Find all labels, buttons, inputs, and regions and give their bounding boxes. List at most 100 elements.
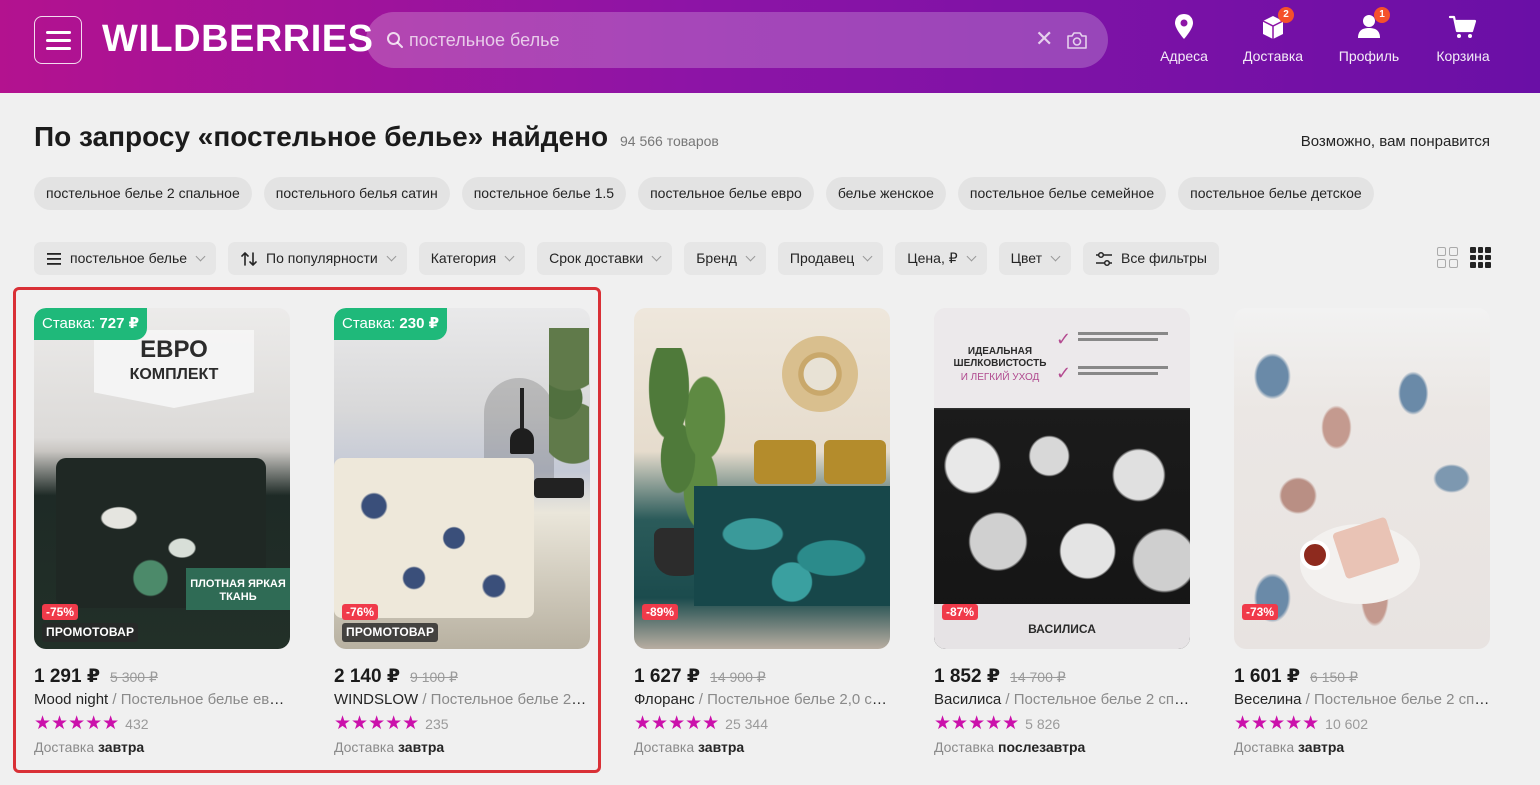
chevron-down-icon: [651, 251, 662, 261]
product-title: / Постельное белье 2,0 спал...: [694, 691, 890, 708]
all-filters-button[interactable]: Все фильтры: [1083, 242, 1219, 275]
header: WILDBERRIES ✕ Адреса 2 Доста: [0, 0, 1540, 93]
suggestion-chip[interactable]: постельное белье евро: [638, 177, 814, 210]
view-switcher: [1437, 247, 1491, 268]
filter-delivery-time[interactable]: Срок доставки: [537, 242, 673, 275]
delivery-badge: 2: [1278, 7, 1294, 23]
image-caption: ПЛОТНАЯ ЯРКАЯ: [190, 578, 286, 590]
filter-label: Категория: [430, 250, 497, 266]
discount-badge: -75%: [42, 604, 79, 620]
discount-badge: -73%: [1242, 604, 1279, 620]
review-count: 5 826: [1025, 716, 1061, 732]
star-icon: ★★★★★: [934, 713, 1020, 734]
delivery-day: завтра: [1298, 739, 1345, 755]
suggestion-chip[interactable]: постельное белье семейное: [957, 177, 1167, 210]
search-icon: [387, 32, 403, 48]
product-card[interactable]: -73% 1 601 ₽ 6 150 ₽ Веселина / Постельн…: [1234, 308, 1490, 755]
product-name[interactable]: Mood night / Постельное белье евро ...: [34, 691, 290, 708]
product-card[interactable]: Ставка: 230 ₽ -76% ПРОМОТОВАР 2 140 ₽ 9 …: [334, 308, 590, 755]
category-filter-button[interactable]: постельное белье: [34, 242, 217, 275]
review-count: 25 344: [725, 716, 768, 732]
price-row: 1 627 ₽ 14 900 ₽: [634, 665, 890, 687]
product-name[interactable]: Веселина / Постельное белье 2 спаль...: [1234, 691, 1490, 708]
filter-seller[interactable]: Продавец: [777, 242, 884, 275]
rating: ★★★★★ 432: [34, 714, 290, 733]
search-input[interactable]: [409, 26, 1009, 54]
filter-price[interactable]: Цена, ₽: [895, 242, 987, 275]
price: 2 140 ₽: [334, 666, 401, 687]
filter-label: Срок доставки: [549, 250, 644, 266]
suggestion-chip[interactable]: постельное белье 1.5: [461, 177, 627, 210]
maybe-you-like-link[interactable]: Возможно, вам понравится: [1301, 133, 1490, 150]
delivery-info: Доставка завтра: [334, 739, 590, 755]
filter-color[interactable]: Цвет: [998, 242, 1072, 275]
brand: Веселина: [1234, 691, 1302, 708]
chevron-down-icon: [386, 251, 397, 261]
old-price: 14 700 ₽: [1010, 669, 1066, 685]
suggestion-chip[interactable]: постельного белья сатин: [263, 177, 450, 210]
filter-label: Цвет: [1010, 250, 1043, 266]
rating: ★★★★★ 5 826: [934, 713, 1190, 734]
product-card[interactable]: ИДЕАЛЬНАЯ ШЕЛКОВИСТОСТЬ И ЛЕГКИЙ УХОД ✓ …: [934, 308, 1190, 755]
product-card[interactable]: ЕВРО КОМПЛЕКТ ПЛОТНАЯ ЯРКАЯ ТКАНЬ Ставка…: [34, 308, 290, 755]
delivery-label: Доставка: [34, 739, 99, 755]
delivery-day: завтра: [98, 739, 145, 755]
camera-icon[interactable]: [1066, 30, 1088, 50]
stake-label: Ставка:: [342, 315, 396, 332]
sort-button[interactable]: По популярности: [228, 242, 407, 275]
chevron-down-icon: [745, 251, 756, 261]
nav-cart[interactable]: Корзина: [1418, 10, 1508, 64]
delivery-day: завтра: [698, 739, 745, 755]
grid-small-icon[interactable]: [1470, 247, 1491, 268]
filter-category[interactable]: Категория: [418, 242, 526, 275]
delivery-label: Доставка: [634, 739, 699, 755]
stake-value: 727 ₽: [99, 315, 140, 332]
filter-label: По популярности: [266, 250, 378, 266]
product-name[interactable]: Флоранс / Постельное белье 2,0 спал...: [634, 691, 890, 708]
price-row: 1 291 ₽ 5 300 ₽: [34, 665, 290, 687]
promo-badge: ПРОМОТОВАР: [42, 623, 139, 642]
product-title: / Постельное белье 2 спаль...: [1005, 691, 1190, 708]
search-bar[interactable]: ✕: [366, 12, 1108, 68]
nav-profile[interactable]: 1 Профиль: [1324, 7, 1414, 64]
delivery-info: Доставка завтра: [34, 739, 290, 755]
image-caption: ВАСИЛИСА: [1028, 622, 1096, 636]
old-price: 14 900 ₽: [710, 669, 766, 685]
product-photo: [634, 308, 890, 649]
chevron-down-icon: [966, 251, 977, 261]
price-row: 1 601 ₽ 6 150 ₽: [1234, 665, 1490, 687]
product-image[interactable]: ИДЕАЛЬНАЯ ШЕЛКОВИСТОСТЬ И ЛЕГКИЙ УХОД ✓ …: [934, 308, 1190, 649]
nav-addresses[interactable]: Адреса: [1139, 10, 1229, 64]
review-count: 235: [425, 716, 449, 732]
filter-brand[interactable]: Бренд: [684, 242, 766, 275]
product-card[interactable]: -89% 1 627 ₽ 14 900 ₽ Флоранс / Постельн…: [634, 308, 890, 755]
nav-label: Адреса: [1160, 48, 1208, 64]
old-price: 5 300 ₽: [110, 669, 158, 685]
filter-label: постельное белье: [70, 250, 188, 266]
rating: ★★★★★ 25 344: [634, 714, 890, 733]
old-price: 6 150 ₽: [1310, 669, 1358, 685]
nav-delivery[interactable]: 2 Доставка: [1228, 7, 1318, 64]
suggestion-chip[interactable]: постельное белье детское: [1178, 177, 1374, 210]
delivery-label: Доставка: [1234, 739, 1299, 755]
brand: Флоранс: [634, 691, 695, 708]
product-image[interactable]: Ставка: 230 ₽ -76% ПРОМОТОВАР: [334, 308, 590, 649]
logo[interactable]: WILDBERRIES: [102, 18, 374, 61]
image-caption: И ЛЕГКИЙ УХОД: [960, 372, 1040, 383]
product-name[interactable]: WINDSLOW / Постельное белье 2 спа...: [334, 691, 590, 708]
results-count: 94 566 товаров: [620, 133, 719, 149]
suggestion-chips: постельное белье 2 спальное постельного …: [34, 177, 1374, 210]
grid-large-icon[interactable]: [1437, 247, 1458, 268]
suggestion-chip[interactable]: постельное белье 2 спальное: [34, 177, 252, 210]
discount-badge: -89%: [642, 604, 679, 620]
product-image[interactable]: -89%: [634, 308, 890, 649]
clear-search-icon[interactable]: ✕: [1035, 28, 1053, 50]
product-image[interactable]: -73%: [1234, 308, 1490, 649]
product-image[interactable]: ЕВРО КОМПЛЕКТ ПЛОТНАЯ ЯРКАЯ ТКАНЬ Ставка…: [34, 308, 290, 649]
menu-button[interactable]: [34, 16, 82, 64]
menu-icon-line: [46, 47, 71, 50]
product-photo: [334, 308, 590, 649]
product-name[interactable]: Василиса / Постельное белье 2 спаль...: [934, 691, 1190, 708]
suggestion-chip[interactable]: белье женское: [825, 177, 946, 210]
star-icon: ★★★★★: [334, 713, 420, 734]
